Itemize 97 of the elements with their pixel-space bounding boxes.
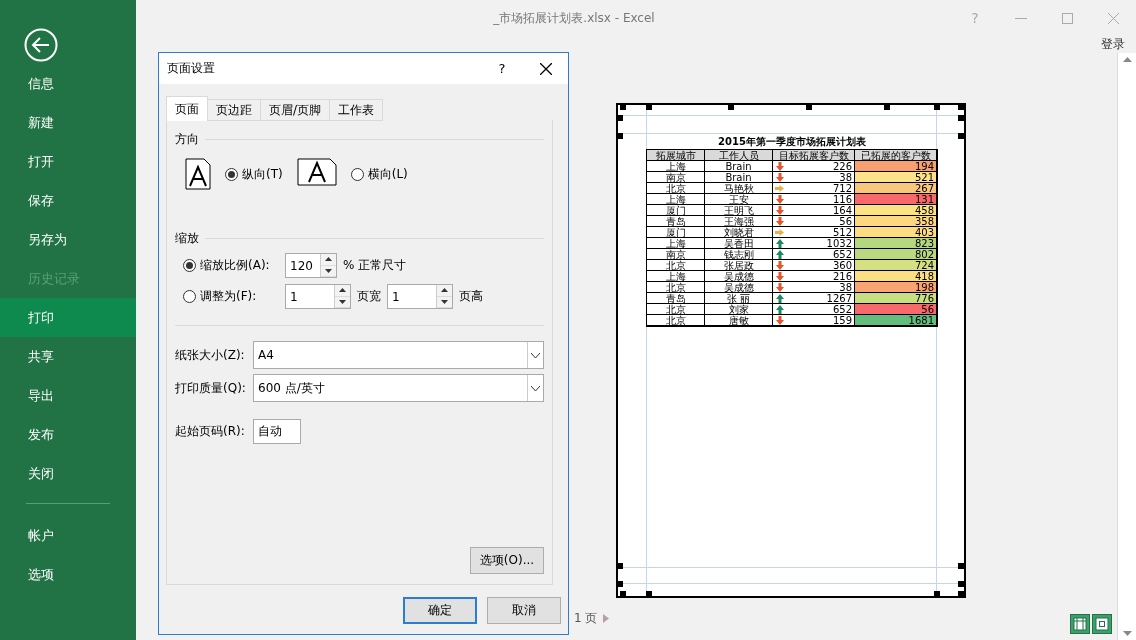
backstage-menu-item[interactable]: 信息 — [0, 64, 136, 103]
margin-handle[interactable] — [806, 104, 812, 110]
pages-tall-spinner[interactable]: 1 — [387, 284, 453, 309]
close-icon[interactable] — [540, 62, 552, 75]
vertical-scrollbar[interactable] — [1117, 53, 1136, 640]
margin-handle[interactable] — [617, 563, 623, 569]
paper-size-dropdown[interactable]: A4 — [253, 341, 544, 369]
table-cell: 521 — [855, 172, 937, 183]
field-label: 纸张大小(Z): — [175, 346, 246, 364]
page-orientation-icon — [185, 158, 211, 190]
table-cell: 159 — [773, 315, 855, 326]
table-cell: 823 — [855, 238, 937, 249]
table-cell: 418 — [855, 271, 937, 282]
field-label: 打印质量(Q): — [175, 379, 247, 397]
scale-spinner[interactable]: 120 — [285, 253, 337, 278]
minimize-icon[interactable] — [1015, 17, 1027, 19]
table-cell: 358 — [855, 216, 937, 227]
table-cell: 776 — [855, 293, 937, 304]
table-cell: 712 — [773, 183, 855, 194]
table-cell: 38 — [773, 282, 855, 293]
tab[interactable]: 页边距 — [207, 99, 261, 121]
caret-icon — [531, 352, 540, 358]
section-heading: 缩放 — [175, 230, 199, 247]
table-cell: 56 — [855, 304, 937, 315]
radio-button[interactable] — [183, 290, 196, 303]
sheet-title: 2015年第一季度市场拓展计划表 — [717, 135, 867, 149]
margin-handle[interactable] — [646, 104, 652, 110]
help-button[interactable]: ? — [480, 53, 524, 84]
table-cell: 131 — [855, 194, 937, 205]
tab[interactable]: 页眉/页脚 — [260, 99, 331, 121]
print-quality-dropdown[interactable]: 600 点/英寸 — [253, 374, 544, 402]
table-cell: 198 — [855, 282, 937, 293]
unit-label: 页高 — [459, 288, 483, 305]
table-cell: 56 — [773, 216, 855, 227]
scroll-up-icon[interactable] — [1122, 57, 1132, 62]
table-cell: 216 — [773, 271, 855, 282]
tab[interactable]: 页面 — [166, 96, 208, 121]
radio-label[interactable]: 调整为(F): — [200, 288, 257, 305]
section-heading: 方向 — [175, 131, 199, 148]
margin-handle[interactable] — [884, 104, 890, 110]
backstage-menu-item[interactable]: 关闭 — [0, 454, 136, 493]
window-title: _市场拓展计划表.xlsx - Excel — [492, 9, 656, 27]
radio-button[interactable] — [183, 259, 196, 272]
options-button[interactable]: 选项(O)... — [470, 547, 544, 574]
table-cell: 38 — [773, 172, 855, 183]
table-cell: 1681 — [855, 315, 937, 326]
backstage-menu-item[interactable]: 另存为 — [0, 220, 136, 259]
backstage-menu-item[interactable]: 打开 — [0, 142, 136, 181]
table-cell: 403 — [855, 227, 937, 238]
first-page-field[interactable]: 自动 — [253, 419, 301, 444]
table-cell: 116 — [773, 194, 855, 205]
backstage-menu-item[interactable]: 新建 — [0, 103, 136, 142]
table-cell: 724 — [855, 260, 937, 271]
margin-handle[interactable] — [958, 563, 964, 569]
table-cell: 唐敏 — [705, 315, 773, 326]
backstage-menu-item[interactable]: 打印 — [0, 298, 136, 337]
radio-label[interactable]: 横向(L) — [367, 166, 408, 183]
page-count: 1 页 — [574, 610, 598, 627]
table-cell: 802 — [855, 249, 937, 260]
unit-label: % 正常尺寸 — [343, 257, 407, 274]
backstage-menu-item[interactable]: 导出 — [0, 376, 136, 415]
table-cell: 458 — [855, 205, 937, 216]
backstage-menu-item[interactable]: 选项 — [0, 555, 136, 594]
table-cell: 267 — [855, 183, 937, 194]
scroll-down-icon[interactable] — [1122, 631, 1132, 636]
margin-handle[interactable] — [646, 591, 652, 597]
dialog-title: 页面设置 — [167, 60, 216, 77]
margin-handle[interactable] — [934, 591, 940, 597]
margin-handle[interactable] — [934, 104, 940, 110]
next-page-icon[interactable] — [603, 614, 610, 623]
zoom-page-icon[interactable] — [1092, 614, 1112, 634]
cancel-button[interactable]: 取消 — [487, 597, 561, 624]
radio-label[interactable]: 纵向(T) — [242, 166, 283, 183]
radio-button[interactable] — [225, 168, 238, 181]
field-label: 起始页码(R): — [175, 423, 246, 440]
table-cell: 512 — [773, 227, 855, 238]
radio-label[interactable]: 缩放比例(A): — [200, 257, 270, 274]
backstage-menu-item[interactable]: 帐户 — [0, 516, 136, 555]
maximize-icon[interactable] — [1061, 12, 1073, 24]
backstage-menu-item[interactable]: 保存 — [0, 181, 136, 220]
margin-handle[interactable] — [958, 133, 964, 139]
margins-view-icon[interactable] — [1070, 614, 1090, 634]
radio-button[interactable] — [350, 168, 364, 181]
tab[interactable]: 工作表 — [329, 99, 384, 121]
table-cell: 194 — [855, 161, 937, 172]
unit-label: 页宽 — [357, 288, 381, 305]
table-cell: 164 — [773, 205, 855, 216]
backstage-menu-item[interactable]: 共享 — [0, 337, 136, 376]
backstage-menu-item[interactable]: 发布 — [0, 415, 136, 454]
caret-icon — [531, 385, 540, 391]
margin-handle[interactable] — [617, 133, 623, 139]
page-orientation-icon — [296, 158, 337, 186]
ok-button[interactable]: 确定 — [403, 597, 477, 624]
margin-handle[interactable] — [728, 104, 734, 110]
pages-wide-spinner[interactable]: 1 — [285, 284, 351, 309]
sign-in-link[interactable]: 登录 — [1101, 36, 1125, 53]
table-cell: 北京 — [647, 315, 705, 326]
